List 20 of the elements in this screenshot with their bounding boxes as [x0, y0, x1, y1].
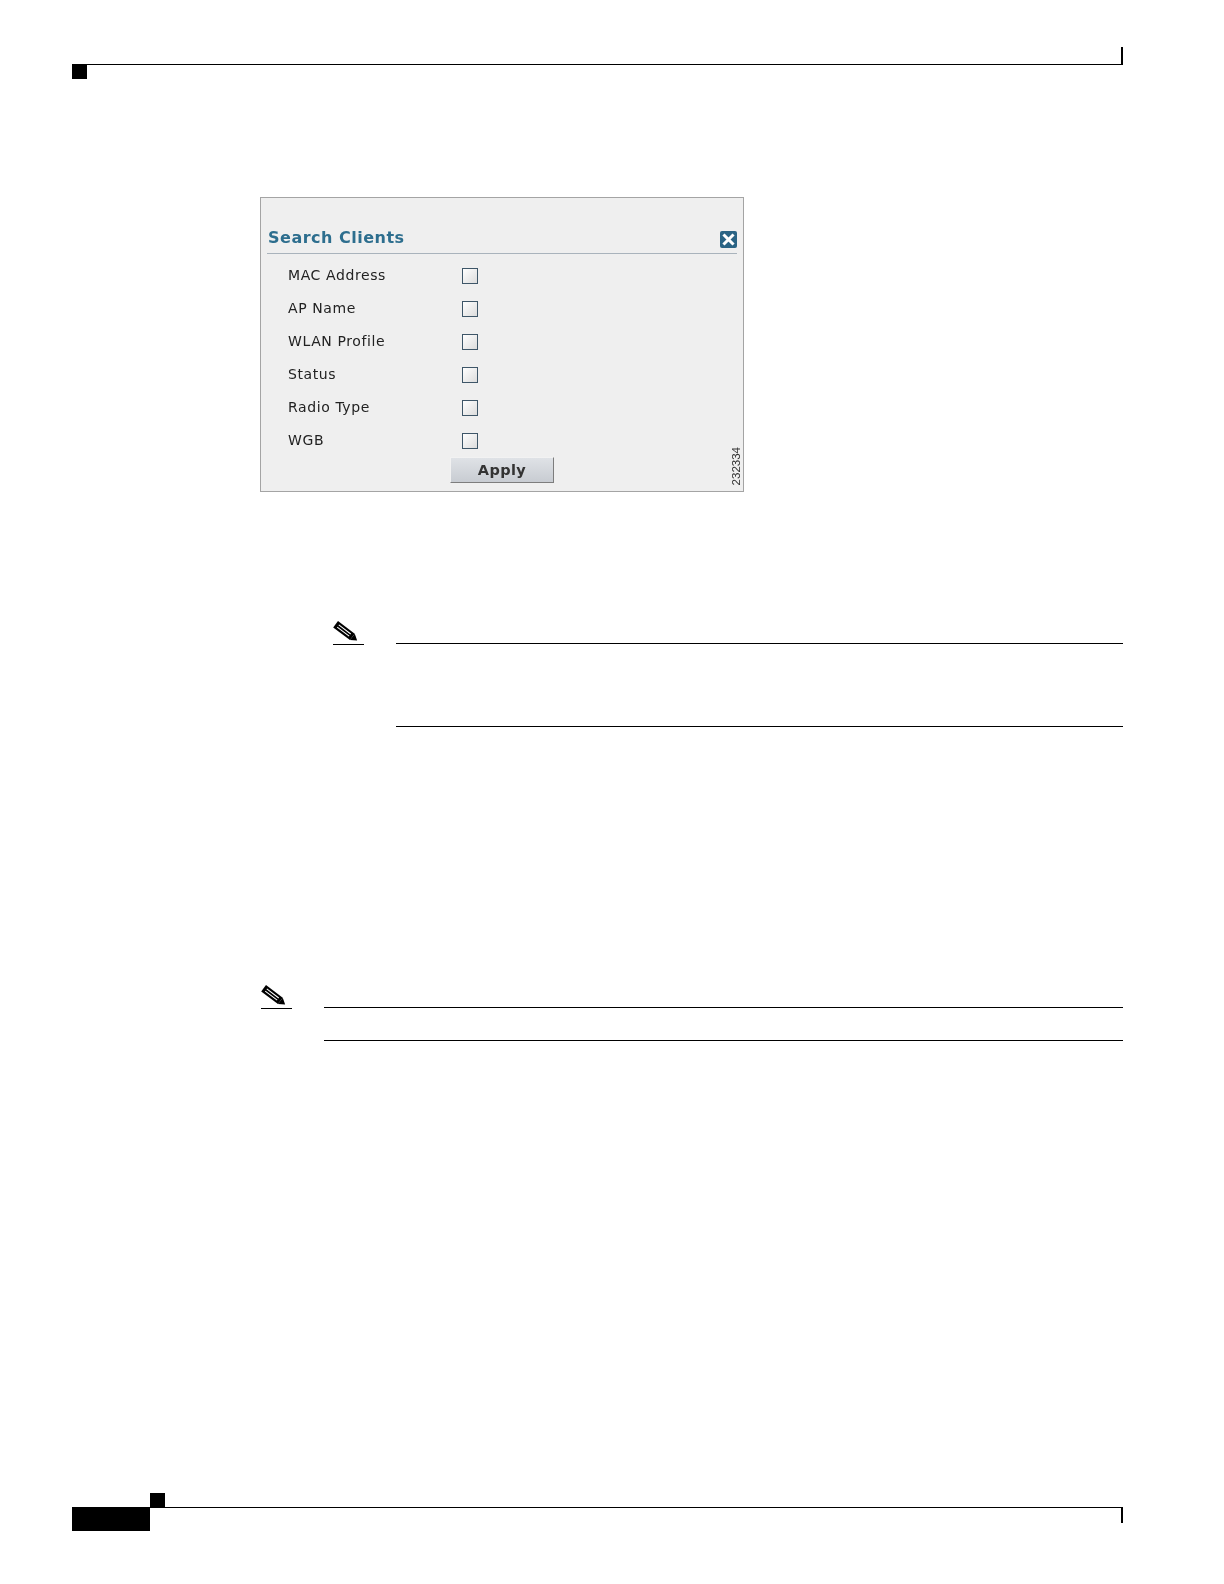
page-corner-mark	[72, 65, 87, 79]
field-label: MAC Address	[288, 267, 387, 284]
close-icon[interactable]	[720, 230, 737, 248]
field-label: Radio Type	[288, 399, 371, 416]
checkbox[interactable]	[462, 333, 478, 350]
checkbox[interactable]	[462, 300, 478, 317]
pencil-icon	[333, 619, 364, 645]
checkbox[interactable]	[462, 432, 478, 449]
pencil-icon	[261, 983, 292, 1009]
apply-button[interactable]: Apply	[450, 457, 554, 483]
field-label: WGB	[288, 432, 326, 449]
figure-number: 232334	[729, 446, 743, 485]
checkbox[interactable]	[462, 267, 478, 284]
field-label: AP Name	[288, 300, 357, 317]
field-label: WLAN Profile	[288, 333, 387, 350]
page-corner-mark	[150, 1493, 165, 1507]
field-label: Status	[288, 366, 338, 383]
checkbox[interactable]	[462, 366, 478, 383]
dialog-title: Search Clients	[268, 227, 405, 247]
checkbox[interactable]	[462, 399, 478, 416]
